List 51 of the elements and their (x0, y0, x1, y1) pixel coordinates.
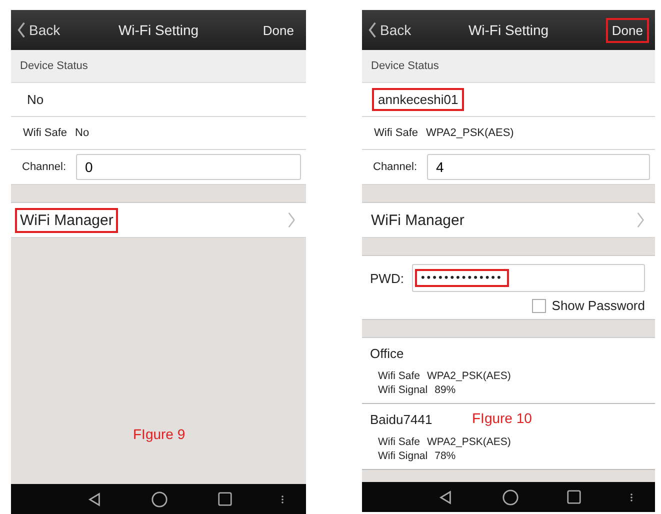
wifi-manager-item[interactable]: WiFi Manager (11, 203, 306, 238)
chevron-left-icon (17, 22, 26, 38)
wifi-safe-value: No (75, 127, 90, 139)
channel-field[interactable]: 0 (76, 154, 301, 180)
done-button[interactable]: Done (606, 18, 649, 42)
password-field[interactable]: •••••••••••••• (412, 264, 645, 292)
back-button[interactable]: Back (15, 20, 62, 40)
wifi-safe-label: Wifi Safe (378, 369, 420, 383)
recent-apps-icon[interactable] (218, 492, 232, 506)
wifi-signal-label: Wifi Signal (378, 383, 428, 397)
wifi-signal-value: 89% (434, 383, 456, 397)
home-icon[interactable] (502, 488, 519, 506)
figure-caption: FIgure 9 (133, 426, 186, 442)
wifi-safe-label: Wifi Safe (23, 127, 68, 139)
channel-label: Channel: (373, 161, 418, 173)
back-icon[interactable] (87, 492, 102, 506)
figure-caption: FIgure 10 (472, 410, 532, 426)
channel-label: Channel: (22, 161, 66, 173)
channel-field[interactable]: 4 (427, 154, 650, 180)
chevron-right-icon (636, 212, 645, 228)
done-button[interactable]: Done (256, 18, 300, 42)
wifi-signal-label: Wifi Signal (378, 449, 428, 463)
device-name: annkeceshi01 (372, 88, 464, 111)
wifi-manager-label: WiFi Manager (370, 210, 466, 230)
recent-apps-icon[interactable] (567, 490, 582, 504)
section-label: Device Status (20, 60, 88, 72)
chevron-right-icon (287, 212, 296, 228)
wifi-manager-item[interactable]: WiFi Manager (362, 203, 655, 238)
wifi-manager-label: WiFi Manager (15, 208, 118, 232)
wifi-safe-value: WPA2_PSK(AES) (427, 435, 511, 449)
section-label: Device Status (371, 60, 439, 72)
wifi-signal-value: 78% (434, 449, 456, 463)
password-label: PWD: (370, 270, 404, 286)
device-name: No (26, 91, 45, 109)
wifi-safe-value: WPA2_PSK(AES) (426, 127, 514, 139)
password-value: •••••••••••••• (414, 269, 509, 287)
network-name: Office (370, 346, 404, 361)
back-icon[interactable] (438, 490, 453, 504)
screen-title: Wi-Fi Setting (118, 22, 199, 38)
home-icon[interactable] (151, 490, 168, 508)
network-item[interactable]: Office Wifi Safe WPA2_PSK(AES) Wifi Signal 89% (362, 338, 655, 404)
wifi-safe-value: WPA2_PSK(AES) (427, 369, 511, 383)
wifi-safe-label: Wifi Safe (374, 127, 418, 139)
wifi-safe-label: Wifi Safe (378, 435, 420, 449)
screen-title: Wi-Fi Setting (468, 22, 549, 38)
back-button[interactable]: Back (366, 20, 414, 40)
network-name: Baidu7441 (370, 412, 432, 427)
chevron-left-icon (368, 22, 377, 38)
show-password-checkbox[interactable]: Show Password (532, 298, 645, 313)
more-icon[interactable] (630, 492, 633, 502)
more-icon[interactable] (280, 494, 284, 504)
